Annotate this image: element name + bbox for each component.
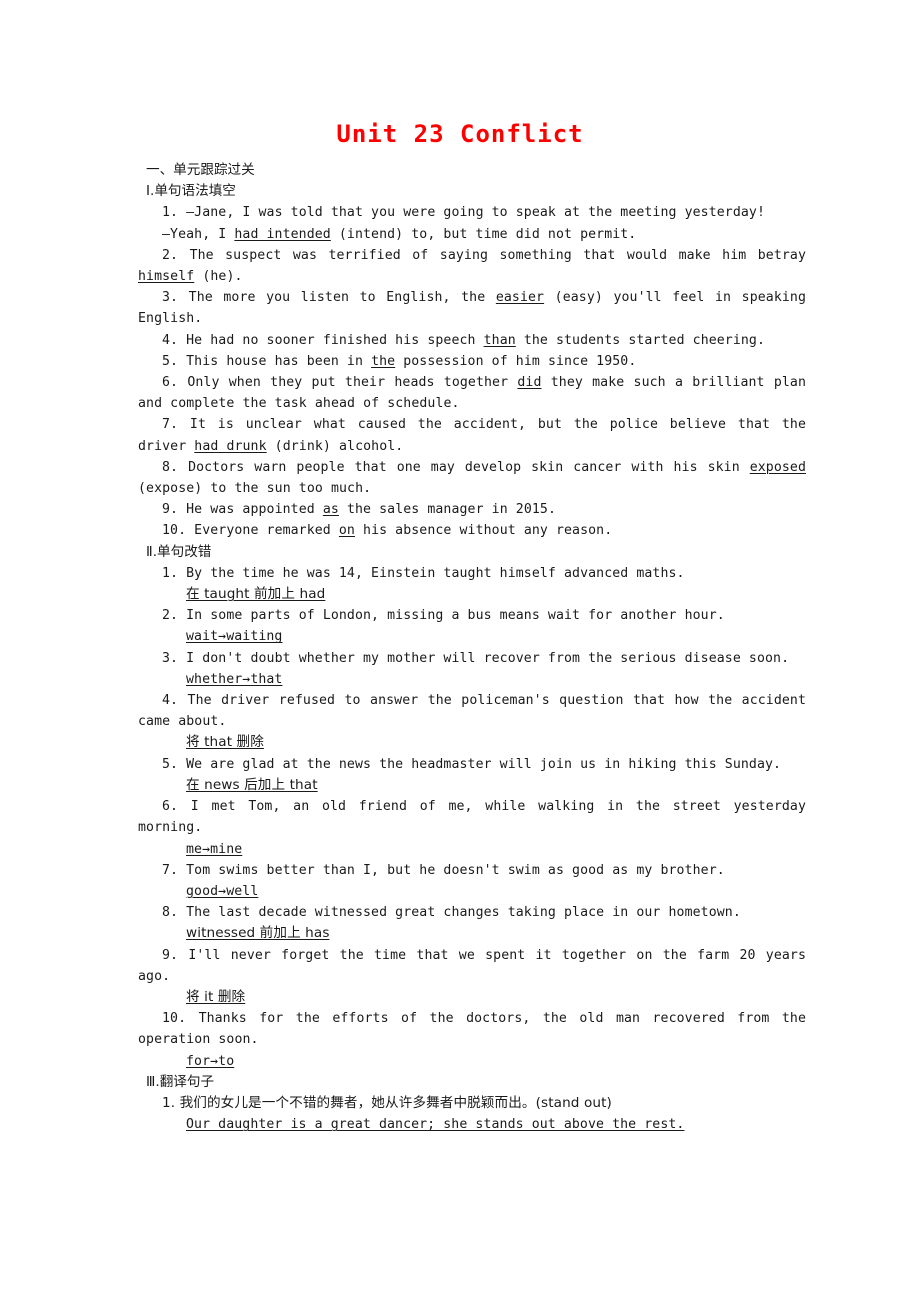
part1-item-8: 8. Doctors warn people that one may deve…: [138, 459, 806, 497]
part1-item-1-line2: —Yeah, I had intended (intend) to, but t…: [162, 226, 637, 242]
part2-item-8-sentence: 8. The last decade witnessed great chang…: [162, 905, 741, 921]
part2-heading: Ⅱ.单句改错: [146, 543, 212, 560]
answer-blank: exposed: [749, 459, 806, 475]
part2-item-2-answer: wait→waiting: [186, 629, 283, 645]
part2-item-3-sentence: 3. I don't doubt whether my mother will …: [162, 650, 790, 666]
part1-item-1-line1: 1. —Jane, I was told that you were going…: [162, 205, 765, 221]
part2-item-2-sentence: 2. In some parts of London, missing a bu…: [162, 608, 725, 624]
part2-item-7-answer: good→well: [186, 883, 259, 899]
part2-item-1-answer: 在 taught 前加上 had: [186, 586, 326, 603]
part1-item-4: 4. He had no sooner finished his speech …: [162, 332, 766, 348]
answer-blank: had drunk: [194, 438, 267, 454]
part2-item-6-sentence: 6. I met Tom, an old friend of me, while…: [138, 799, 806, 836]
part3-item-1-answer: Our daughter is a great dancer; she stan…: [186, 1117, 685, 1133]
part1-item-3: 3. The more you listen to English, the e…: [138, 290, 806, 327]
part2-item-10-sentence: 10. Thanks for the efforts of the doctor…: [138, 1011, 806, 1048]
part2-item-9-sentence: 9. I'll never forget the time that we sp…: [138, 947, 807, 984]
part3-item-1-prompt: 1. 我们的女儿是一个不错的舞者，她从许多舞者中脱颖而出。(stand out): [162, 1094, 612, 1111]
part1-item-2: 2. The suspect was terrified of saying s…: [138, 247, 806, 285]
part2-item-10-answer: for→to: [186, 1053, 235, 1069]
part2-item-4-sentence: 4. The driver refused to answer the poli…: [138, 693, 806, 730]
part2-item-7-sentence: 7. Tom swims better than I, but he doesn…: [162, 862, 725, 878]
document-page: Unit 23 Conflict 一、单元跟踪过关 Ⅰ.单句语法填空 1. —J…: [0, 0, 920, 1302]
part2-item-3-answer: whether→that: [186, 671, 283, 687]
answer-blank: as: [322, 502, 339, 518]
part1-heading: Ⅰ.单句语法填空: [146, 183, 236, 200]
page-title: Unit 23 Conflict: [336, 120, 584, 148]
answer-blank: had intended: [234, 226, 331, 242]
part2-item-8-answer: witnessed 前加上 has: [186, 925, 330, 942]
section-heading-one: 一、单元跟踪过关: [146, 162, 255, 178]
part2-item-6-answer: me→mine: [186, 841, 243, 857]
answer-blank: did: [517, 375, 542, 391]
answer-blank: himself: [138, 269, 195, 285]
part1-item-10: 10. Everyone remarked on his absence wit…: [162, 523, 613, 539]
part1-item-9: 9. He was appointed as the sales manager…: [162, 502, 556, 518]
part2-item-5-answer: 在 news 后加上 that: [186, 776, 318, 793]
part2-item-1-sentence: 1. By the time he was 14, Einstein taugh…: [162, 565, 685, 581]
answer-blank: easier: [495, 290, 545, 306]
part2-item-5-sentence: 5. We are glad at the news the headmaste…: [162, 756, 782, 772]
part1-item-5: 5. This house has been in the possession…: [162, 353, 637, 369]
part2-item-9-answer: 将 it 删除: [186, 988, 246, 1005]
part1-item-6: 6. Only when they put their heads togeth…: [138, 375, 806, 412]
part1-item-7: 7. It is unclear what caused the acciden…: [138, 417, 806, 454]
document-body: 一、单元跟踪过关 Ⅰ.单句语法填空 1. —Jane, I was told t…: [138, 160, 806, 1135]
part3-heading: Ⅲ.翻译句子: [146, 1073, 215, 1090]
part2-item-4-answer: 将 that 删除: [186, 734, 264, 751]
answer-blank: the: [371, 353, 396, 369]
answer-blank: on: [338, 523, 355, 539]
answer-blank: than: [483, 332, 516, 348]
